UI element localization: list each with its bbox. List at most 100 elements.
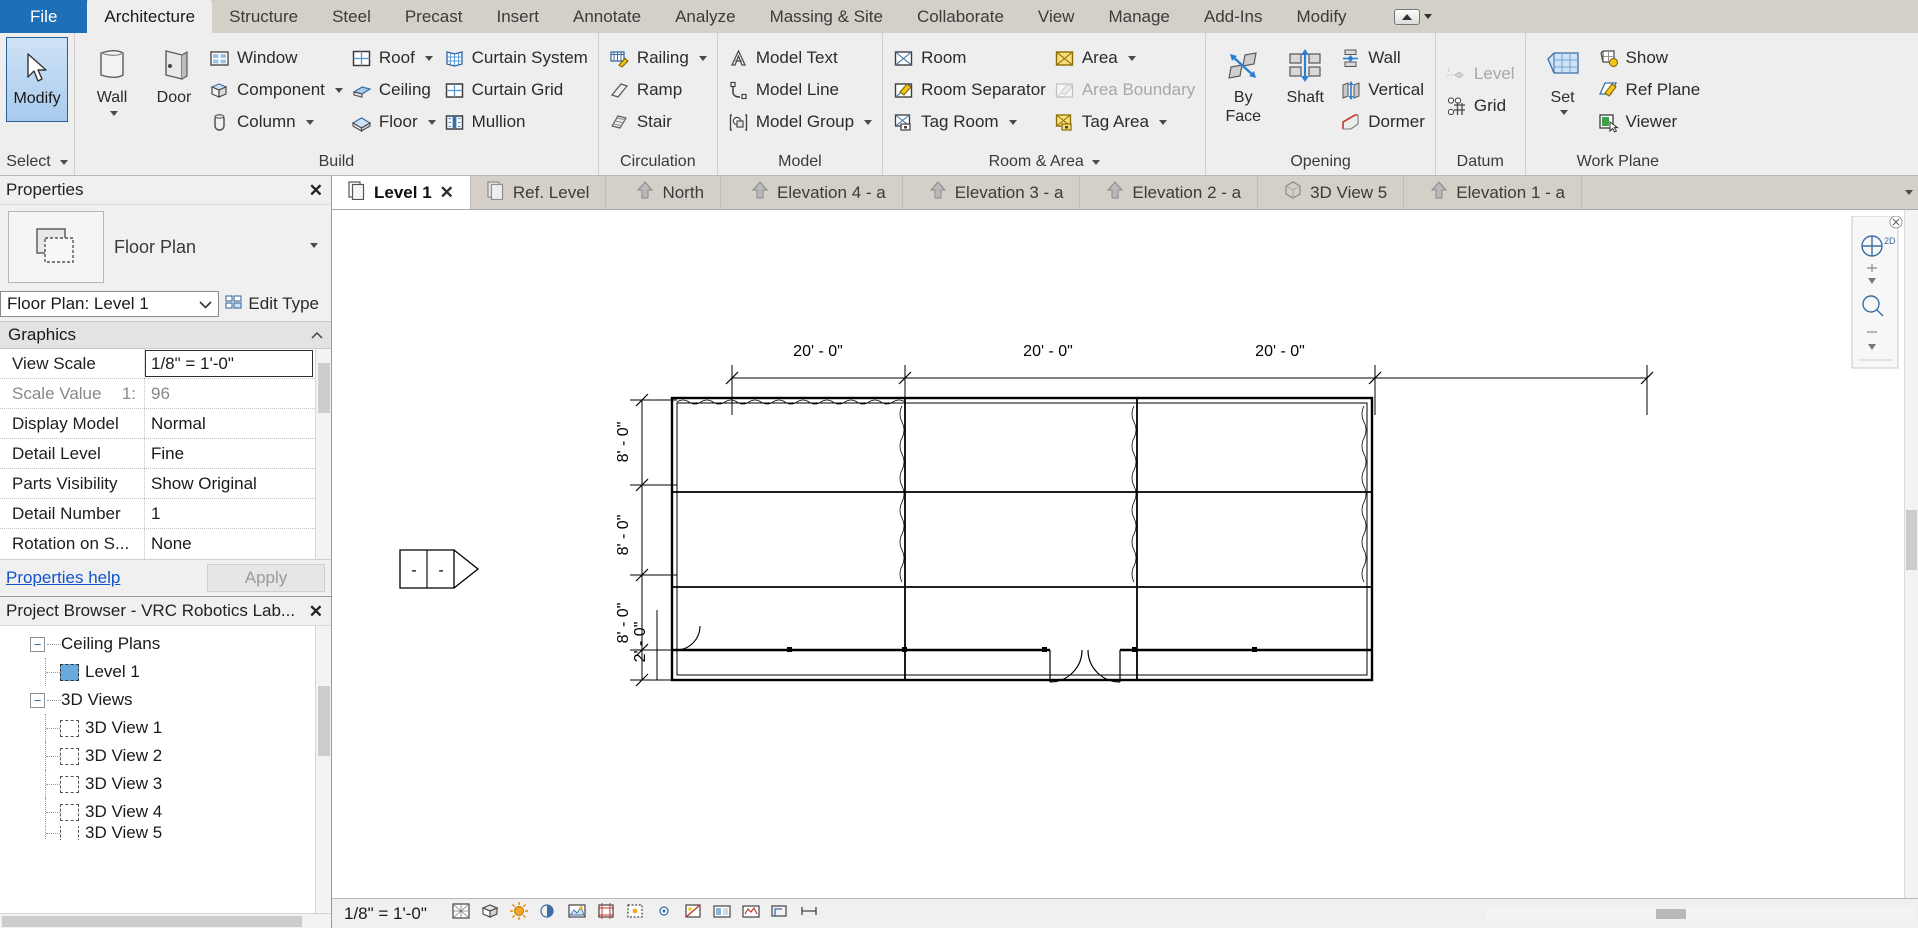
property-value[interactable]: None [145,529,331,559]
railing-button[interactable]: Railing [605,43,711,73]
door-button[interactable]: Door [143,41,205,107]
reveal-hidden-icon[interactable] [683,901,703,926]
chevron-down-icon[interactable] [335,88,343,93]
view-tab-elevation-2-a[interactable]: Elevation 2 - a [1080,176,1258,209]
property-value[interactable]: 1 [145,499,331,528]
show-crop-icon[interactable] [625,901,645,926]
tree-group-ceiling-plans[interactable]: − Ceiling Plans [0,630,331,658]
property-row[interactable]: Detail Number 1 [0,499,331,529]
tag-room-button[interactable]: Tag Room [889,107,1050,137]
model-line-button[interactable]: Model Line [724,75,876,105]
tree-item-3d-view-1[interactable]: 3D View 1 [0,714,331,742]
property-row[interactable]: Detail Level Fine [0,439,331,469]
scrollbar-thumb[interactable] [2,916,302,927]
tab-steel[interactable]: Steel [315,0,388,33]
tab-addins[interactable]: Add-Ins [1187,0,1280,33]
column-button[interactable]: Column [205,107,347,137]
opening-vertical-button[interactable]: Vertical [1336,75,1429,105]
properties-help-link[interactable]: Properties help [6,568,120,588]
chevron-down-icon[interactable] [425,56,433,61]
window-button[interactable]: Window [205,43,347,73]
area-button[interactable]: Area [1050,43,1199,73]
type-selector[interactable]: Floor Plan: Level 1 [0,291,219,317]
tab-collaborate[interactable]: Collaborate [900,0,1021,33]
view-tab-level-1[interactable]: Level 1 ✕ [332,176,471,209]
view-navigation-bar[interactable]: 2D [1844,216,1906,421]
scrollbar-thumb[interactable] [318,363,330,413]
close-icon[interactable]: ✕ [309,603,323,620]
close-icon[interactable]: ✕ [309,182,323,199]
tab-insert[interactable]: Insert [479,0,556,33]
show-button[interactable]: Show [1594,43,1705,73]
detail-level-icon[interactable] [480,901,500,926]
ramp-button[interactable]: Ramp [605,75,711,105]
apply-button[interactable]: Apply [207,564,325,592]
curtain-grid-button[interactable]: Curtain Grid [440,75,592,105]
chevron-down-icon[interactable] [1560,110,1568,115]
tree-item-3d-view-5[interactable]: 3D View 5 [0,826,331,840]
viewer-button[interactable]: Viewer [1594,107,1705,137]
graphics-group-header[interactable]: Graphics [0,321,331,349]
tab-view[interactable]: View [1021,0,1092,33]
temporary-view-icon[interactable] [712,901,732,926]
component-button[interactable]: Component [205,75,347,105]
properties-scrollbar[interactable] [315,349,331,559]
tab-massing-and-site[interactable]: Massing & Site [753,0,900,33]
chevron-down-icon[interactable] [1128,56,1136,61]
view-tab-elevation-3-a[interactable]: Elevation 3 - a [903,176,1081,209]
chevron-down-icon[interactable] [864,120,872,125]
collapse-toggle-icon[interactable]: − [30,637,45,652]
tab-structure[interactable]: Structure [212,0,315,33]
property-row[interactable]: Display Model Normal [0,409,331,439]
opening-wall-button[interactable]: Wall [1336,43,1429,73]
tag-area-button[interactable]: Tag Area [1050,107,1199,137]
scrollbar-thumb[interactable] [1906,510,1917,570]
render-icon[interactable] [567,901,587,926]
room-button[interactable]: Room [889,43,1050,73]
sun-path-icon[interactable] [509,901,529,926]
chevron-down-icon[interactable] [110,111,118,116]
workplane-set-button[interactable]: Set [1532,41,1594,115]
property-row[interactable]: Parts Visibility Show Original [0,469,331,499]
chevron-down-icon[interactable] [699,56,707,61]
project-browser-scrollbar[interactable] [315,626,331,913]
by-face-button[interactable]: By Face [1212,41,1274,126]
collapse-toggle-icon[interactable]: − [30,693,45,708]
tree-item-3d-view-3[interactable]: 3D View 3 [0,770,331,798]
highlight-displace-icon[interactable] [770,901,790,926]
room-and-area-panel-title[interactable]: Room & Area [889,149,1199,175]
property-value[interactable]: Fine [145,439,331,468]
tab-manage[interactable]: Manage [1091,0,1186,33]
tab-modify[interactable]: Modify [1279,0,1363,33]
tree-item-3d-view-4[interactable]: 3D View 4 [0,798,331,826]
tree-item-3d-view-2[interactable]: 3D View 2 [0,742,331,770]
view-tab-north[interactable]: North [606,176,721,209]
view-scale-label[interactable]: 1/8" = 1'-0" [344,904,427,924]
chevron-down-icon[interactable] [60,160,68,165]
property-row[interactable]: Rotation on S... None [0,529,331,559]
chevron-down-icon[interactable] [306,120,314,125]
property-value[interactable]: 1/8" = 1'-0" [145,350,313,377]
chevron-down-icon[interactable] [1092,160,1100,165]
ref-plane-button[interactable]: Ref Plane [1594,75,1705,105]
modify-button[interactable]: Modify [6,37,68,122]
property-row[interactable]: View Scale 1/8" = 1'-0" [0,349,331,379]
floor-button[interactable]: Floor [347,107,440,137]
ribbon-minimize-controls[interactable] [1394,0,1432,33]
select-panel-title[interactable]: Select [0,149,74,175]
tree-item-level-1[interactable]: Level 1 [0,658,331,686]
scrollbar-thumb[interactable] [318,686,330,756]
chevron-down-icon[interactable] [1009,120,1017,125]
tab-analyze[interactable]: Analyze [658,0,752,33]
tab-architecture[interactable]: Architecture [87,0,212,33]
chevron-down-icon[interactable] [1424,14,1432,19]
property-value[interactable]: Show Original [145,469,331,498]
chevron-down-icon[interactable] [1159,120,1167,125]
canvas-vertical-scrollbar[interactable] [1904,210,1918,898]
ribbon-minimize-icon[interactable] [1394,9,1420,25]
shaft-button[interactable]: Shaft [1274,41,1336,107]
drawing-canvas[interactable]: 20' - 0" 20' - 0" 20' - 0" 8' - 0" 8' - … [332,210,1918,898]
collapse-chevron-icon[interactable] [311,325,323,345]
project-browser-hscrollbar[interactable] [0,913,331,928]
tab-file[interactable]: File [0,0,87,33]
